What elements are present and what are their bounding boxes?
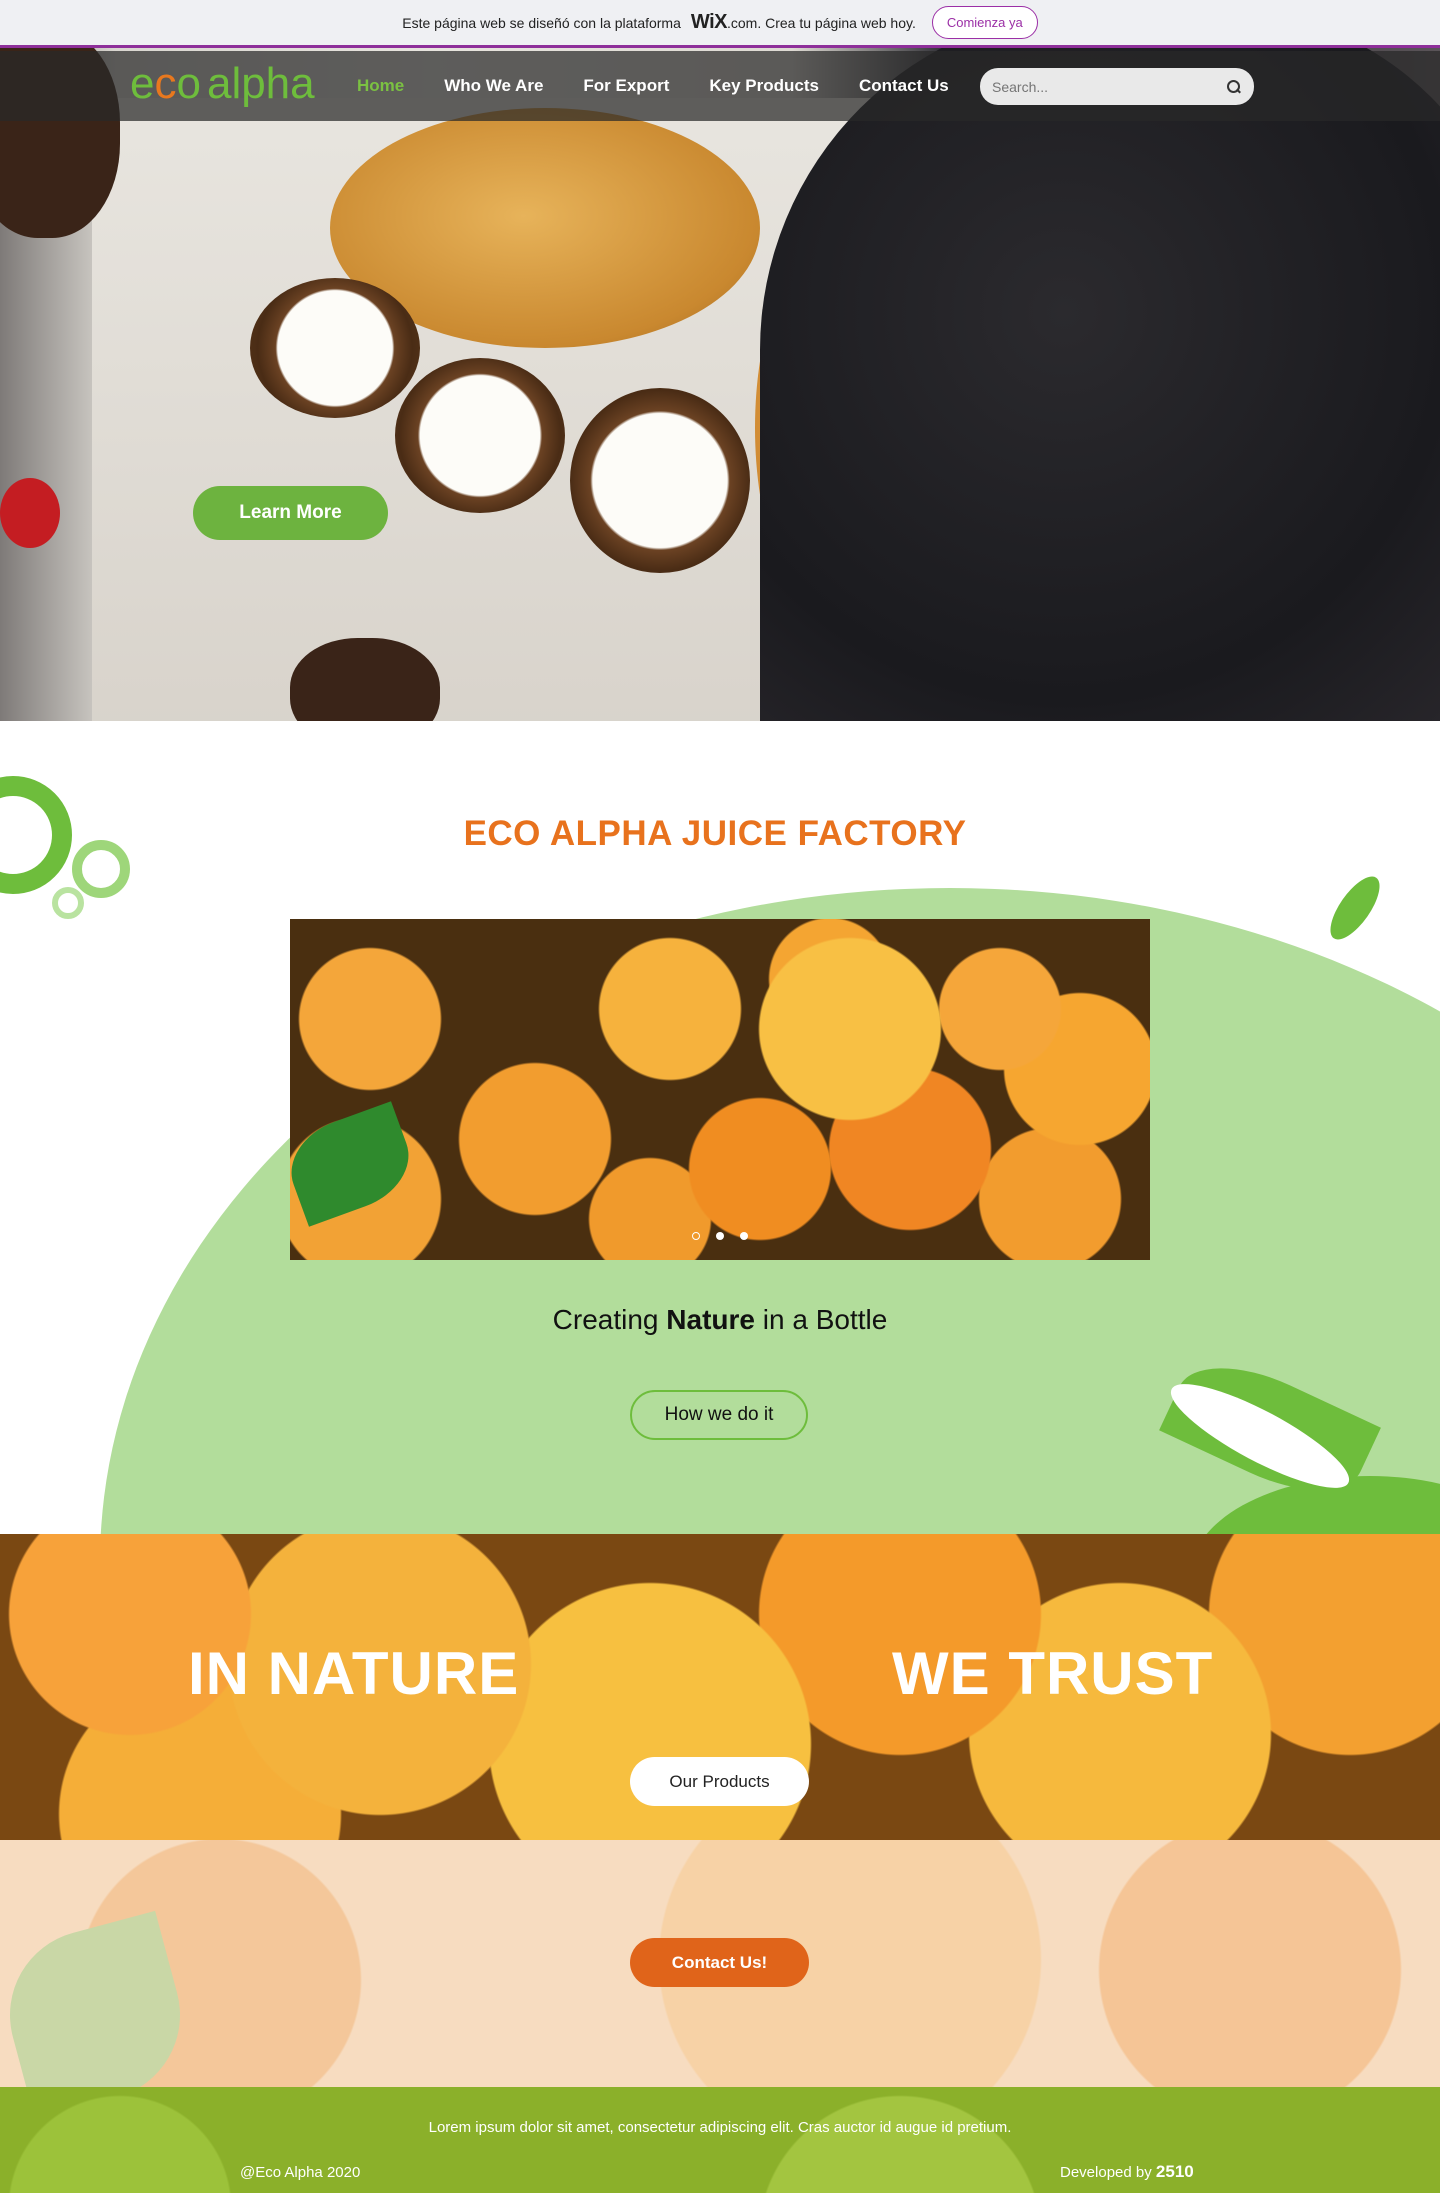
nature-banner: IN NATURE WE TRUST Our Products	[0, 1534, 1440, 1840]
logo-letter-e: e	[130, 59, 155, 108]
nav-menu: Home Who We Are For Export Key Products …	[337, 51, 969, 121]
contact-band: Contact Us!	[0, 1840, 1440, 2087]
hero-coconut-1	[250, 278, 420, 418]
main-navigation: e c o alpha Home Who We Are For Export Key …	[0, 51, 1440, 121]
developer-brand[interactable]: 2510	[1156, 2162, 1194, 2181]
wix-start-button[interactable]: Comienza ya	[931, 6, 1038, 39]
developer-prefix: Developed by	[1060, 2164, 1152, 2181]
wix-banner-text: Este página web se diseñó con la platafo…	[402, 14, 681, 31]
search-bar	[980, 68, 1254, 105]
wix-logo: WiX	[690, 11, 728, 33]
faded-leaf-image	[0, 1910, 200, 2087]
phrase-we-trust: WE TRUST	[892, 1640, 1214, 1707]
eco-alpha-logo[interactable]: e c o alpha	[130, 59, 315, 109]
wix-banner-text-after: .com. Crea tu página web hoy.	[727, 15, 916, 31]
slider-dot-1[interactable]	[692, 1232, 700, 1240]
hero-coconut-3	[570, 388, 750, 573]
phrase-in-nature: IN NATURE	[188, 1640, 520, 1707]
contact-us-button[interactable]: Contact Us!	[630, 1938, 809, 1987]
slider-dot-2[interactable]	[716, 1232, 724, 1240]
footer-developer-credit: Developed by 2510	[1060, 2162, 1194, 2182]
decorative-ring-small	[52, 887, 84, 919]
wix-promo-banner: Este página web se diseñó con la platafo…	[0, 0, 1440, 48]
oranges-image-slider[interactable]	[290, 919, 1150, 1260]
section-title: ECO ALPHA JUICE FACTORY	[463, 814, 967, 853]
juice-factory-section: ECO ALPHA JUICE FACTORY Creating Nature …	[0, 721, 1440, 1534]
hero-image	[0, 48, 1440, 721]
tagline-bold: Nature	[666, 1304, 755, 1335]
learn-more-button[interactable]: Learn More	[193, 486, 388, 540]
how-we-do-it-button[interactable]: How we do it	[630, 1390, 808, 1440]
our-products-button[interactable]: Our Products	[630, 1757, 809, 1806]
tagline-before: Creating	[552, 1304, 659, 1335]
nav-item-home[interactable]: Home	[337, 76, 424, 96]
hero-red-flower	[0, 478, 60, 548]
hero-person-silhouette	[760, 48, 1440, 721]
footer-description: Lorem ipsum dolor sit amet, consectetur …	[428, 2119, 1012, 2136]
nav-item-who-we-are[interactable]: Who We Are	[424, 76, 563, 96]
footer: Lorem ipsum dolor sit amet, consectetur …	[0, 2087, 1440, 2193]
logo-letter-o: o	[176, 59, 201, 108]
hero-hand-bottom	[290, 638, 440, 721]
hero-coconut-2	[395, 358, 565, 513]
wix-banner-brand-line: WiX.com. Crea tu página web hoy.	[691, 11, 916, 34]
slider-dots	[290, 1232, 1150, 1240]
search-input[interactable]	[992, 78, 1226, 95]
logo-word-alpha: alpha	[206, 59, 315, 108]
slider-dot-3[interactable]	[740, 1232, 748, 1240]
nav-item-key-products[interactable]: Key Products	[689, 76, 839, 96]
footer-copyright: @Eco Alpha 2020	[240, 2164, 361, 2181]
search-icon[interactable]	[1226, 79, 1242, 95]
tagline: Creating Nature in a Bottle	[0, 1304, 1440, 1336]
tagline-after: in a Bottle	[762, 1304, 888, 1335]
decorative-leaf-top	[1321, 869, 1389, 947]
slider-leaf-image	[290, 1101, 422, 1227]
nav-item-contact-us[interactable]: Contact Us	[839, 76, 969, 96]
nav-item-for-export[interactable]: For Export	[563, 76, 689, 96]
logo-letter-c: c	[154, 59, 177, 108]
